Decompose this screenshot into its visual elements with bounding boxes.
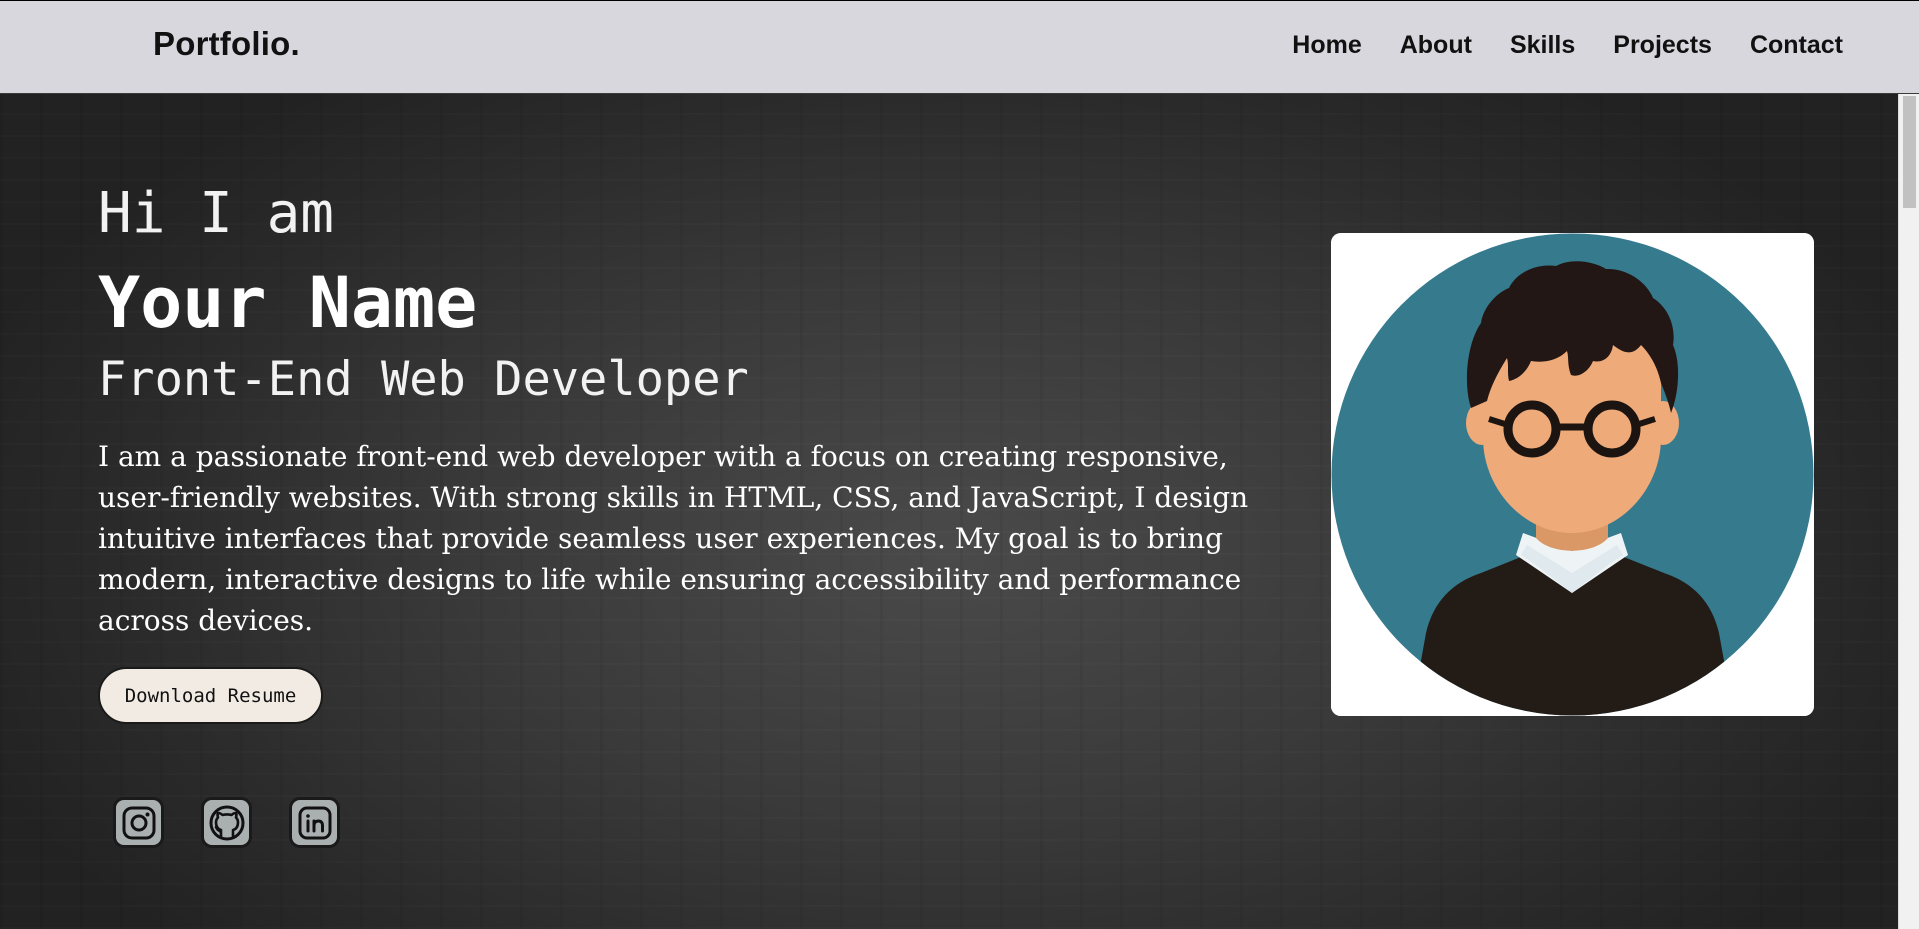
nav-projects-link[interactable]: Projects	[1613, 31, 1712, 60]
nav-contact-link[interactable]: Contact	[1750, 31, 1843, 60]
hero-name: Your Name	[98, 262, 478, 344]
navbar: Portfolio. Home About Skills Projects Co…	[0, 0, 1919, 94]
hero-section: Hi I am Your Name Front-End Web Develope…	[0, 94, 1898, 929]
social-links	[113, 797, 340, 848]
download-resume-button[interactable]: Download Resume	[98, 667, 323, 724]
brand-logo[interactable]: Portfolio.	[153, 25, 300, 63]
hero-role: Front-End Web Developer	[98, 352, 749, 407]
hero-bio: I am a passionate front-end web develope…	[98, 440, 1249, 637]
instagram-link[interactable]	[113, 797, 164, 848]
hero-greeting: Hi I am	[98, 181, 335, 246]
nav-home-link[interactable]: Home	[1292, 31, 1361, 60]
nav-about-link[interactable]: About	[1400, 31, 1472, 60]
github-link[interactable]	[201, 797, 252, 848]
instagram-icon	[122, 806, 155, 839]
page-scrollbar[interactable]	[1898, 94, 1919, 929]
page: Portfolio. Home About Skills Projects Co…	[0, 0, 1919, 929]
avatar-illustration	[1331, 233, 1814, 716]
linkedin-icon	[298, 806, 331, 839]
github-icon	[209, 805, 244, 840]
profile-avatar	[1331, 233, 1814, 716]
nav-links: Home About Skills Projects Contact	[1292, 31, 1843, 60]
scrollbar-thumb[interactable]	[1903, 96, 1916, 208]
linkedin-link[interactable]	[289, 797, 340, 848]
nav-skills-link[interactable]: Skills	[1510, 31, 1575, 60]
